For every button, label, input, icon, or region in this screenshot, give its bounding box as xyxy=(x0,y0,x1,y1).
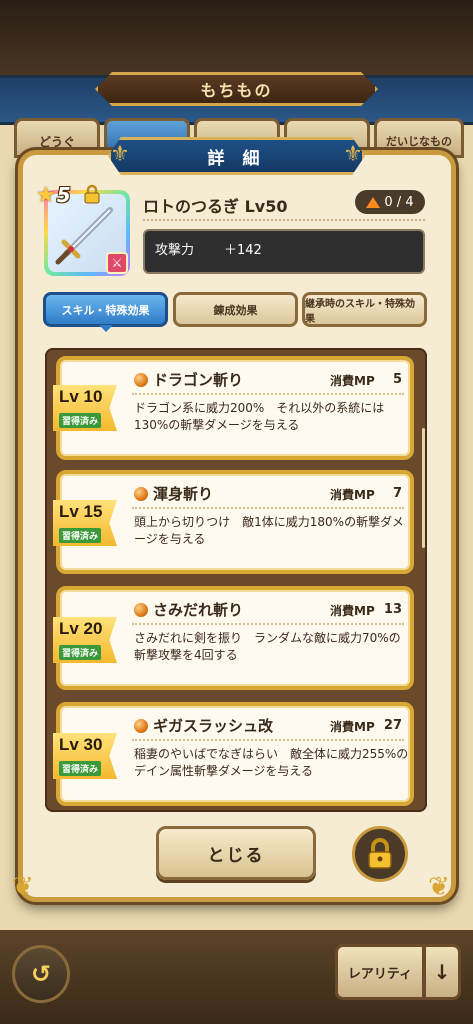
mp-value: 5 xyxy=(392,372,402,387)
rarity-sort-button[interactable]: レアリティ xyxy=(335,944,425,1000)
level-tag: Lv 30 習得済み xyxy=(53,733,117,779)
skill-name: さみだれ斬り xyxy=(153,601,244,619)
learned-badge: 習得済み xyxy=(59,645,102,660)
skill-divider xyxy=(132,507,404,509)
level-tag: Lv 20 習得済み xyxy=(53,617,117,663)
tab-pointer-icon xyxy=(99,325,113,332)
weapon-type-icon: ⚔ xyxy=(106,252,128,274)
background-top xyxy=(0,0,473,80)
skill-orb-icon xyxy=(134,486,148,501)
mp-label: 消費MP xyxy=(330,374,375,388)
skill-orb-icon xyxy=(134,602,148,617)
lock-icon xyxy=(82,184,102,204)
level-label: Lv 15 xyxy=(59,502,103,521)
star-icon: ★ xyxy=(36,182,56,208)
mp-value: 27 xyxy=(383,718,402,733)
item-name: ロトのつるぎ Lv50 xyxy=(143,197,288,216)
close-button[interactable]: とじる xyxy=(156,826,316,880)
sort-down-icon: ↓ xyxy=(433,960,451,984)
fleur-right-icon: ⚜ xyxy=(343,142,363,167)
upgrade-counter: 0 / 4 xyxy=(355,190,425,214)
back-button[interactable]: ↺ xyxy=(12,945,70,1003)
name-divider xyxy=(143,219,425,221)
corner-ornament-icon: ❦ xyxy=(428,872,450,902)
tab-refine[interactable]: 錬成効果 xyxy=(173,292,298,327)
skill-divider xyxy=(132,623,404,625)
scrollbar[interactable] xyxy=(422,428,425,548)
stat-value: ＋142 xyxy=(224,243,262,258)
learned-badge: 習得済み xyxy=(59,761,102,776)
mp-label: 消費MP xyxy=(330,720,375,734)
skill-orb-icon xyxy=(134,372,148,387)
upgrade-value: 0 / 4 xyxy=(384,194,414,210)
skill-divider xyxy=(132,739,404,741)
tab-inherit[interactable]: 継承時のスキル・特殊効果 xyxy=(302,292,427,327)
skill-card: ドラゴン斬り 消費MP 5 ドラゴン系に威力200% それ以外の系統には130%… xyxy=(56,356,414,460)
stat-label: 攻撃力 xyxy=(155,243,195,258)
skill-orb-icon xyxy=(134,718,148,733)
stat-box: 攻撃力 ＋142 xyxy=(143,229,425,274)
learned-badge: 習得済み xyxy=(59,413,102,428)
skill-card: 渾身斬り 消費MP 7 頭上から切りつけ 敵1体に威力180%の斬撃ダメージを与… xyxy=(56,470,414,574)
corner-ornament-icon: ❦ xyxy=(12,872,34,902)
inventory-title: もちもの xyxy=(95,72,378,106)
skill-description: ドラゴン系に威力200% それ以外の系統には130%の斬撃ダメージを与える xyxy=(134,401,385,432)
tab-skills[interactable]: スキル・特殊効果 xyxy=(43,292,168,327)
back-arrow-icon: ↺ xyxy=(30,960,52,988)
mp-value: 7 xyxy=(392,486,402,501)
skill-name: ドラゴン斬り xyxy=(153,371,244,389)
rarity-badge: ★ 5 xyxy=(36,182,71,208)
level-label: Lv 10 xyxy=(59,387,103,406)
mp-label: 消費MP xyxy=(330,488,375,502)
dialog-title: 詳 細 xyxy=(108,137,365,175)
level-label: Lv 20 xyxy=(59,619,103,638)
skill-name: 渾身斬り xyxy=(153,485,214,503)
mp-value: 13 xyxy=(383,602,402,617)
level-tag: Lv 15 習得済み xyxy=(53,500,117,546)
mp-label: 消費MP xyxy=(330,604,375,618)
lock-button[interactable] xyxy=(352,826,408,882)
upgrade-arrow-icon xyxy=(366,196,381,208)
level-tag: Lv 10 習得済み xyxy=(53,385,117,431)
skill-description: 頭上から切りつけ 敵1体に威力180%の斬撃ダメージを与える xyxy=(134,515,404,546)
rarity-value: 5 xyxy=(56,183,71,207)
level-label: Lv 30 xyxy=(59,735,103,754)
skill-description: さみだれに剣を振り ランダムな敵に威力70%の斬撃攻撃を4回する xyxy=(134,631,401,662)
fleur-left-icon: ⚜ xyxy=(110,142,130,167)
skill-description: 稲妻のやいばでなぎはらい 敵全体に威力255%のデイン属性斬撃ダメージを与える xyxy=(134,747,409,778)
sort-order-button[interactable]: ↓ xyxy=(425,944,461,1000)
padlock-icon xyxy=(368,838,392,869)
learned-badge: 習得済み xyxy=(59,528,102,543)
skill-divider xyxy=(132,393,404,395)
skill-name: ギガスラッシュ改 xyxy=(153,717,274,735)
